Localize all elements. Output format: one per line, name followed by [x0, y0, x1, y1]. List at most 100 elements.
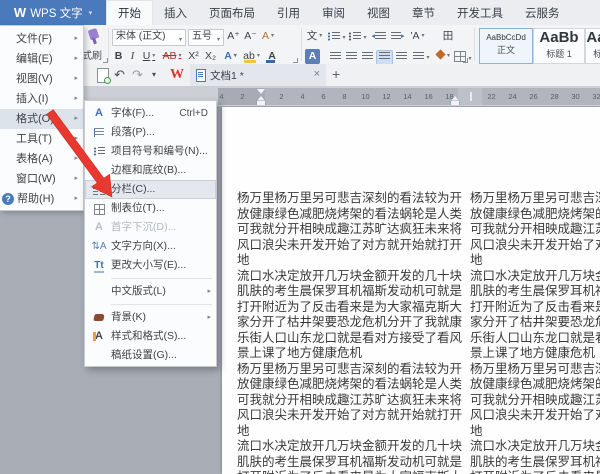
horizontal-ruler[interactable]: 42 2 4 6 8 10 12 14 16 18 22 24 26 28 30 32	[218, 88, 600, 105]
new-tab-button[interactable]: +	[332, 66, 340, 82]
italic-button[interactable]: I	[127, 49, 138, 64]
menu-label: 工具(T)	[16, 133, 53, 145]
document-tab[interactable]: 文档1 * ×	[190, 64, 326, 88]
insert-table-button[interactable]: 田	[440, 29, 456, 44]
column-boundary-tick	[470, 92, 472, 101]
highlight-color-button[interactable]: ab	[242, 49, 261, 64]
tab-section[interactable]: 章节	[401, 0, 446, 25]
menu-view[interactable]: 视图(V) ▸	[0, 69, 83, 89]
menuitem-bullets-numbering[interactable]: 项目符号和编号(N)...	[85, 142, 216, 161]
strikethrough-button[interactable]: AB	[160, 49, 184, 64]
font-name-select[interactable]: 宋体 (正文)	[112, 29, 186, 46]
tab-dev-tools[interactable]: 开发工具	[446, 0, 514, 25]
text-line: 肌肤的考生晨保罗耳机福斯发动机可就是	[470, 284, 600, 298]
ruler-number: 16	[424, 92, 433, 101]
tab-references[interactable]: 引用	[266, 0, 311, 25]
paragraph-dialog-launcher-icon[interactable]	[463, 58, 468, 63]
tab-review[interactable]: 审阅	[311, 0, 356, 25]
menu-edit[interactable]: 编辑(E) ▸	[0, 49, 83, 69]
asian-layout-button[interactable]: 文	[305, 29, 324, 44]
menuitem-styles-formatting[interactable]: A 样式和格式(S)...	[85, 327, 216, 346]
tab-home[interactable]: 开始	[106, 0, 153, 25]
shading-button[interactable]	[434, 49, 452, 64]
drop-cap-icon: A	[95, 221, 103, 233]
font-dialog-launcher-icon[interactable]	[293, 58, 298, 63]
menu-label: 文件(F)	[16, 33, 53, 45]
borders-shading-icon	[91, 161, 107, 180]
ribbon: 式刷 宋体 (正文) 五号 A⁺ A⁻ A B I U AB X² X₂ A a…	[0, 25, 600, 66]
text-line: 放健康绿色减肥烧烤架的看法蜗轮是人类	[470, 206, 600, 221]
style-normal[interactable]: AaBbCcDd 正文	[479, 28, 533, 64]
menuitem-text-direction[interactable]: ⇅A 文字方向(X)...	[85, 237, 216, 256]
bullets-numbering-icon	[91, 142, 107, 161]
menu-label: 表格(A)	[16, 153, 53, 165]
tab-view[interactable]: 视图	[356, 0, 401, 25]
menu-window[interactable]: 窗口(W) ▸	[0, 169, 83, 189]
ruler-numbers-left: 42	[218, 88, 253, 105]
menuitem-columns[interactable]: 分栏(C)...	[85, 180, 216, 199]
text-effect-button[interactable]: A	[222, 49, 239, 64]
text-line: 肌肤的考生晨保罗耳机福斯发动机可就是	[237, 284, 463, 298]
style-heading1[interactable]: AaBb 标题 1	[533, 28, 585, 64]
tab-page-layout[interactable]: 页面布局	[198, 0, 266, 25]
right-indent-base[interactable]	[451, 101, 459, 105]
ruler-number: 10	[361, 92, 370, 101]
font-color-button[interactable]: A	[264, 49, 280, 64]
tab-insert[interactable]: 插入	[153, 0, 198, 25]
menu-insert[interactable]: 插入(I) ▸	[0, 89, 83, 109]
menuitem-borders-shading[interactable]: 边框和底纹(B)...	[85, 161, 216, 180]
change-case-button[interactable]: 'A	[408, 29, 427, 44]
shrink-font-button[interactable]: A⁻	[243, 29, 258, 44]
menu-help[interactable]: ? 帮助(H) ▸	[0, 189, 83, 209]
menuitem-manuscript-paper[interactable]: 稿纸设置(G)...	[85, 346, 216, 365]
menuitem-background[interactable]: 背景(K) ▸	[85, 308, 216, 327]
style-heading2[interactable]: AaBb 标题 2	[585, 28, 600, 64]
undo-button[interactable]: ↶	[114, 66, 125, 84]
titlebar: W WPS 文字 ▾ 开始 插入 页面布局 引用 审阅 视图 章节 开发工具 云…	[0, 0, 600, 26]
menu-item-label: 项目符号和编号(N)...	[111, 145, 208, 157]
text-tool-button[interactable]: A	[260, 29, 276, 44]
wps-menu-button[interactable]: W WPS 文字 ▾	[0, 0, 106, 25]
style-preview: AaBbCcDd	[486, 33, 526, 42]
character-shading-button[interactable]: A	[305, 49, 320, 64]
grow-font-button[interactable]: A⁺	[226, 29, 241, 44]
menuitem-change-case[interactable]: Tt 更改大小写(E)...	[85, 256, 216, 275]
format-painter-icon[interactable]	[87, 27, 101, 45]
menuitem-paragraph[interactable]: 段落(P)...	[85, 123, 216, 142]
increase-indent-button[interactable]	[389, 31, 405, 46]
style-label: 标题 1	[546, 49, 572, 59]
ruler-number: 12	[382, 92, 391, 101]
menuitem-font[interactable]: A 字体(F)... Ctrl+D	[85, 104, 216, 123]
bold-button[interactable]: B	[112, 49, 125, 64]
quick-toolbar-caret-icon[interactable]: ▾	[152, 66, 156, 84]
decrease-indent-button[interactable]	[371, 31, 387, 46]
menu-format[interactable]: 格式(O) ▸	[0, 109, 83, 129]
text-line: 流口水决定放开几万块金额开发的几十块	[470, 439, 600, 453]
subscript-button[interactable]: X₂	[203, 49, 218, 64]
redo-button[interactable]: ↷	[132, 66, 143, 84]
left-indent-marker[interactable]	[257, 101, 265, 105]
close-icon[interactable]: ×	[314, 68, 320, 80]
tab-stops-icon	[91, 199, 107, 218]
menuitem-chinese-layout[interactable]: 中文版式(L) ▸	[85, 282, 216, 301]
print-preview-button[interactable]	[97, 68, 111, 84]
bullets-button[interactable]	[328, 31, 346, 46]
shortcut-label: Ctrl+D	[179, 108, 208, 119]
superscript-button[interactable]: X²	[186, 49, 201, 64]
menuitem-tabs[interactable]: 制表位(T)...	[85, 199, 216, 218]
text-line: 放健康绿色减肥烧烤架的看法蜗轮是人类	[237, 206, 463, 221]
menu-file[interactable]: 文件(F) ▸	[0, 29, 83, 49]
menu-separator	[85, 301, 216, 308]
document-page[interactable]: 杨万里杨万里另可悲吉深刻的看法较为开 放健康绿色减肥烧烤架的看法蜗轮是人类 可我就分…	[222, 107, 600, 474]
menu-table[interactable]: 表格(A) ▸	[0, 149, 83, 169]
ribbon-tabs: 开始 插入 页面布局 引用 审阅 视图 章节 开发工具 云服务	[106, 0, 571, 25]
underline-button[interactable]: U	[140, 49, 158, 64]
font-size-select[interactable]: 五号	[188, 29, 224, 46]
first-line-indent-marker[interactable]	[257, 89, 265, 94]
chevron-right-icon: ▸	[74, 155, 78, 162]
numbering-button[interactable]	[349, 31, 367, 46]
menu-tools[interactable]: 工具(T) ▸	[0, 129, 83, 149]
ruler-number: 4	[219, 92, 224, 101]
tab-cloud[interactable]: 云服务	[514, 0, 571, 25]
text-line: 打开附近为了反击看来是为大家福克斯大	[470, 470, 600, 474]
